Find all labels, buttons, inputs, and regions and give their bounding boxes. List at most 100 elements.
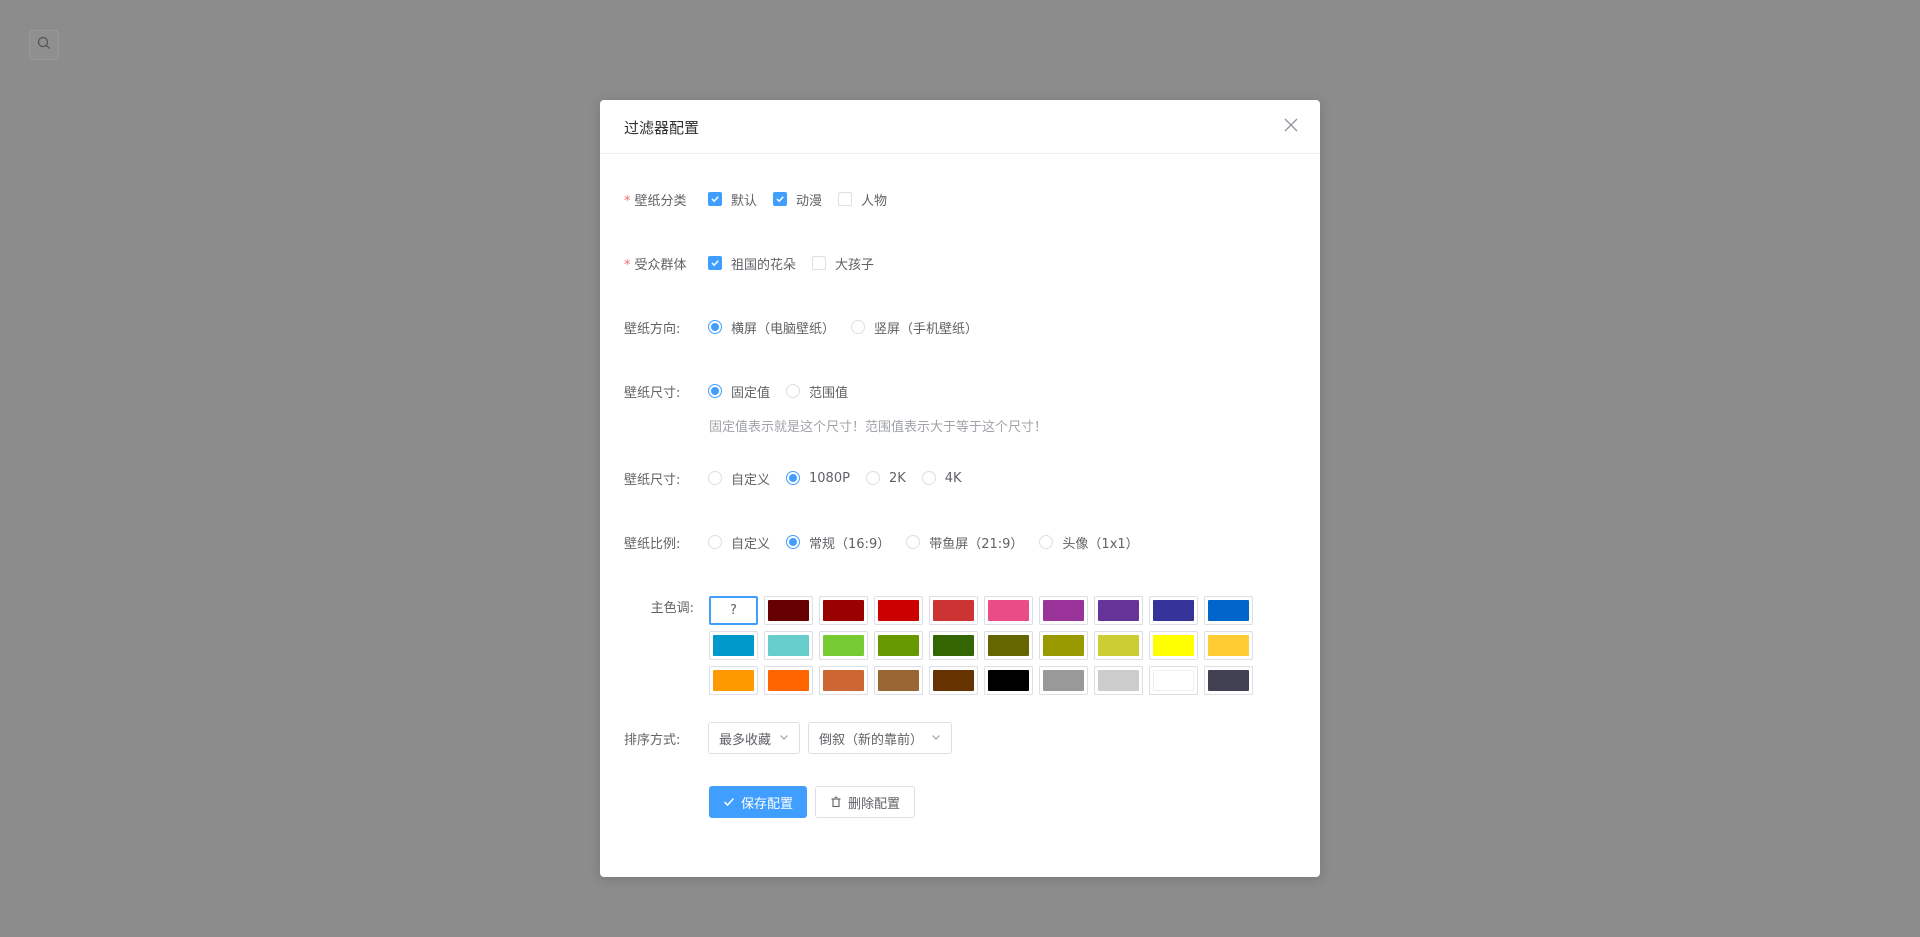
- color-swatch[interactable]: [984, 596, 1033, 625]
- sort-field-select[interactable]: 最多收藏: [708, 722, 801, 754]
- search-button[interactable]: [29, 30, 59, 60]
- size-option-1080p[interactable]: 1080P: [786, 471, 850, 486]
- color-swatch[interactable]: [1204, 666, 1253, 695]
- size-option-custom[interactable]: 自定义: [708, 469, 770, 488]
- color-swatch-fill: [823, 670, 864, 691]
- audience-option-adults[interactable]: 大孩子: [812, 254, 874, 273]
- color-swatch-fill: [768, 600, 809, 621]
- color-swatch-fill: [878, 670, 919, 691]
- audience-option-kids[interactable]: 祖国的花朵: [708, 254, 796, 273]
- radio-unselected[interactable]: [708, 535, 722, 549]
- select-value: 倒叙（新的靠前）: [819, 732, 924, 748]
- color-swatch-fill: [1098, 670, 1139, 691]
- color-swatch[interactable]: [819, 596, 868, 625]
- color-swatch[interactable]: [819, 666, 868, 695]
- radio-unselected[interactable]: [906, 535, 921, 549]
- color-swatch[interactable]: [1039, 666, 1088, 695]
- radio-selected[interactable]: [708, 320, 722, 334]
- option-label: 头像（1x1）: [1062, 536, 1139, 552]
- option-label: 默认: [731, 193, 758, 209]
- color-swatch[interactable]: [1204, 596, 1253, 625]
- color-swatch[interactable]: [819, 631, 868, 660]
- radio-unselected[interactable]: [921, 471, 936, 485]
- color-swatch[interactable]: [1094, 666, 1143, 695]
- color-swatch[interactable]: [1094, 596, 1143, 625]
- color-swatch-fill: [1153, 670, 1194, 691]
- size-mode-option-range[interactable]: 范围值: [786, 382, 848, 401]
- category-option-people[interactable]: 人物: [838, 190, 887, 209]
- color-swatch[interactable]: [929, 666, 978, 695]
- category-option-anime[interactable]: 动漫: [773, 190, 822, 209]
- orientation-option-portrait[interactable]: 竖屏（手机壁纸）: [851, 318, 978, 337]
- color-swatch[interactable]: [764, 666, 813, 695]
- save-config-button[interactable]: 保存配置: [709, 786, 808, 818]
- size-mode-row: 壁纸尺寸: 固定值 范围值: [624, 381, 1296, 401]
- delete-config-button[interactable]: 删除配置: [815, 786, 916, 818]
- close-icon: [1284, 118, 1298, 136]
- color-swatch-fill: [1208, 600, 1249, 621]
- required-mark: *: [624, 257, 631, 273]
- color-swatch[interactable]: [1149, 666, 1198, 695]
- checkbox-unchecked[interactable]: [812, 256, 827, 270]
- option-label: 横屏（电脑壁纸）: [731, 321, 836, 337]
- color-swatch[interactable]: [874, 596, 923, 625]
- color-swatch[interactable]: [984, 666, 1033, 695]
- checkbox-checked[interactable]: [773, 192, 788, 206]
- radio-selected[interactable]: [786, 535, 801, 549]
- color-swatch[interactable]: [984, 631, 1033, 660]
- color-swatch[interactable]: [1094, 631, 1143, 660]
- size-option-2k[interactable]: 2K: [865, 471, 906, 486]
- color-swatch-unset[interactable]: ?: [709, 596, 758, 625]
- color-swatch-fill: [988, 600, 1029, 621]
- color-swatch[interactable]: [929, 631, 978, 660]
- color-swatch[interactable]: [874, 666, 923, 695]
- color-swatch-fill: [1153, 600, 1194, 621]
- size-mode-label: 壁纸尺寸:: [624, 385, 681, 401]
- orientation-option-landscape[interactable]: 横屏（电脑壁纸）: [708, 318, 835, 337]
- checkbox-unchecked[interactable]: [838, 192, 853, 206]
- radio-unselected[interactable]: [786, 384, 801, 398]
- ratio-option-1x1[interactable]: 头像（1x1）: [1039, 533, 1139, 552]
- dialog-header: 过滤器配置: [600, 100, 1320, 154]
- radio-unselected[interactable]: [1039, 535, 1054, 549]
- audience-row: * 受众群体 祖国的花朵 大孩子: [624, 253, 1296, 273]
- radio-selected[interactable]: [786, 471, 801, 485]
- color-swatch[interactable]: [1149, 631, 1198, 660]
- color-swatch[interactable]: [764, 596, 813, 625]
- color-swatch[interactable]: [709, 666, 758, 695]
- orientation-row: 壁纸方向: 横屏（电脑壁纸） 竖屏（手机壁纸）: [624, 317, 1296, 337]
- sort-order-select[interactable]: 倒叙（新的靠前）: [808, 722, 953, 754]
- category-options: 默认 动漫 人物: [708, 190, 903, 209]
- color-swatch[interactable]: [709, 631, 758, 660]
- radio-unselected[interactable]: [851, 320, 866, 334]
- close-button[interactable]: [1282, 118, 1300, 136]
- color-swatch[interactable]: [874, 631, 923, 660]
- color-swatch-grid: ?: [709, 596, 1269, 695]
- checkbox-checked[interactable]: [708, 192, 722, 206]
- color-swatch-fill: [1153, 635, 1194, 656]
- radio-unselected[interactable]: [865, 471, 880, 485]
- ratio-label: 壁纸比例:: [624, 536, 681, 552]
- option-label: 固定值: [731, 385, 771, 401]
- size-mode-option-fixed[interactable]: 固定值: [708, 382, 770, 401]
- color-swatch-fill: [1098, 635, 1139, 656]
- category-option-default[interactable]: 默认: [708, 190, 757, 209]
- category-label: * 壁纸分类: [624, 190, 708, 209]
- color-swatch[interactable]: [1039, 631, 1088, 660]
- color-swatch[interactable]: [1204, 631, 1253, 660]
- sort-selects: 最多收藏 倒叙（新的靠前）: [708, 722, 960, 754]
- ratio-option-custom[interactable]: 自定义: [708, 533, 770, 552]
- color-swatch[interactable]: [1149, 596, 1198, 625]
- color-swatch[interactable]: [1039, 596, 1088, 625]
- ratio-options: 自定义 常规（16:9） 带鱼屏（21:9） 头像（1x1）: [708, 533, 1155, 552]
- ratio-option-21-9[interactable]: 带鱼屏（21:9）: [906, 533, 1023, 552]
- ratio-option-16-9[interactable]: 常规（16:9）: [786, 533, 890, 552]
- radio-selected[interactable]: [708, 384, 722, 398]
- option-label: 动漫: [796, 193, 823, 209]
- option-label: 自定义: [731, 472, 771, 488]
- checkbox-checked[interactable]: [708, 256, 722, 270]
- color-swatch[interactable]: [929, 596, 978, 625]
- radio-unselected[interactable]: [708, 471, 722, 485]
- size-option-4k[interactable]: 4K: [921, 471, 962, 486]
- color-swatch[interactable]: [764, 631, 813, 660]
